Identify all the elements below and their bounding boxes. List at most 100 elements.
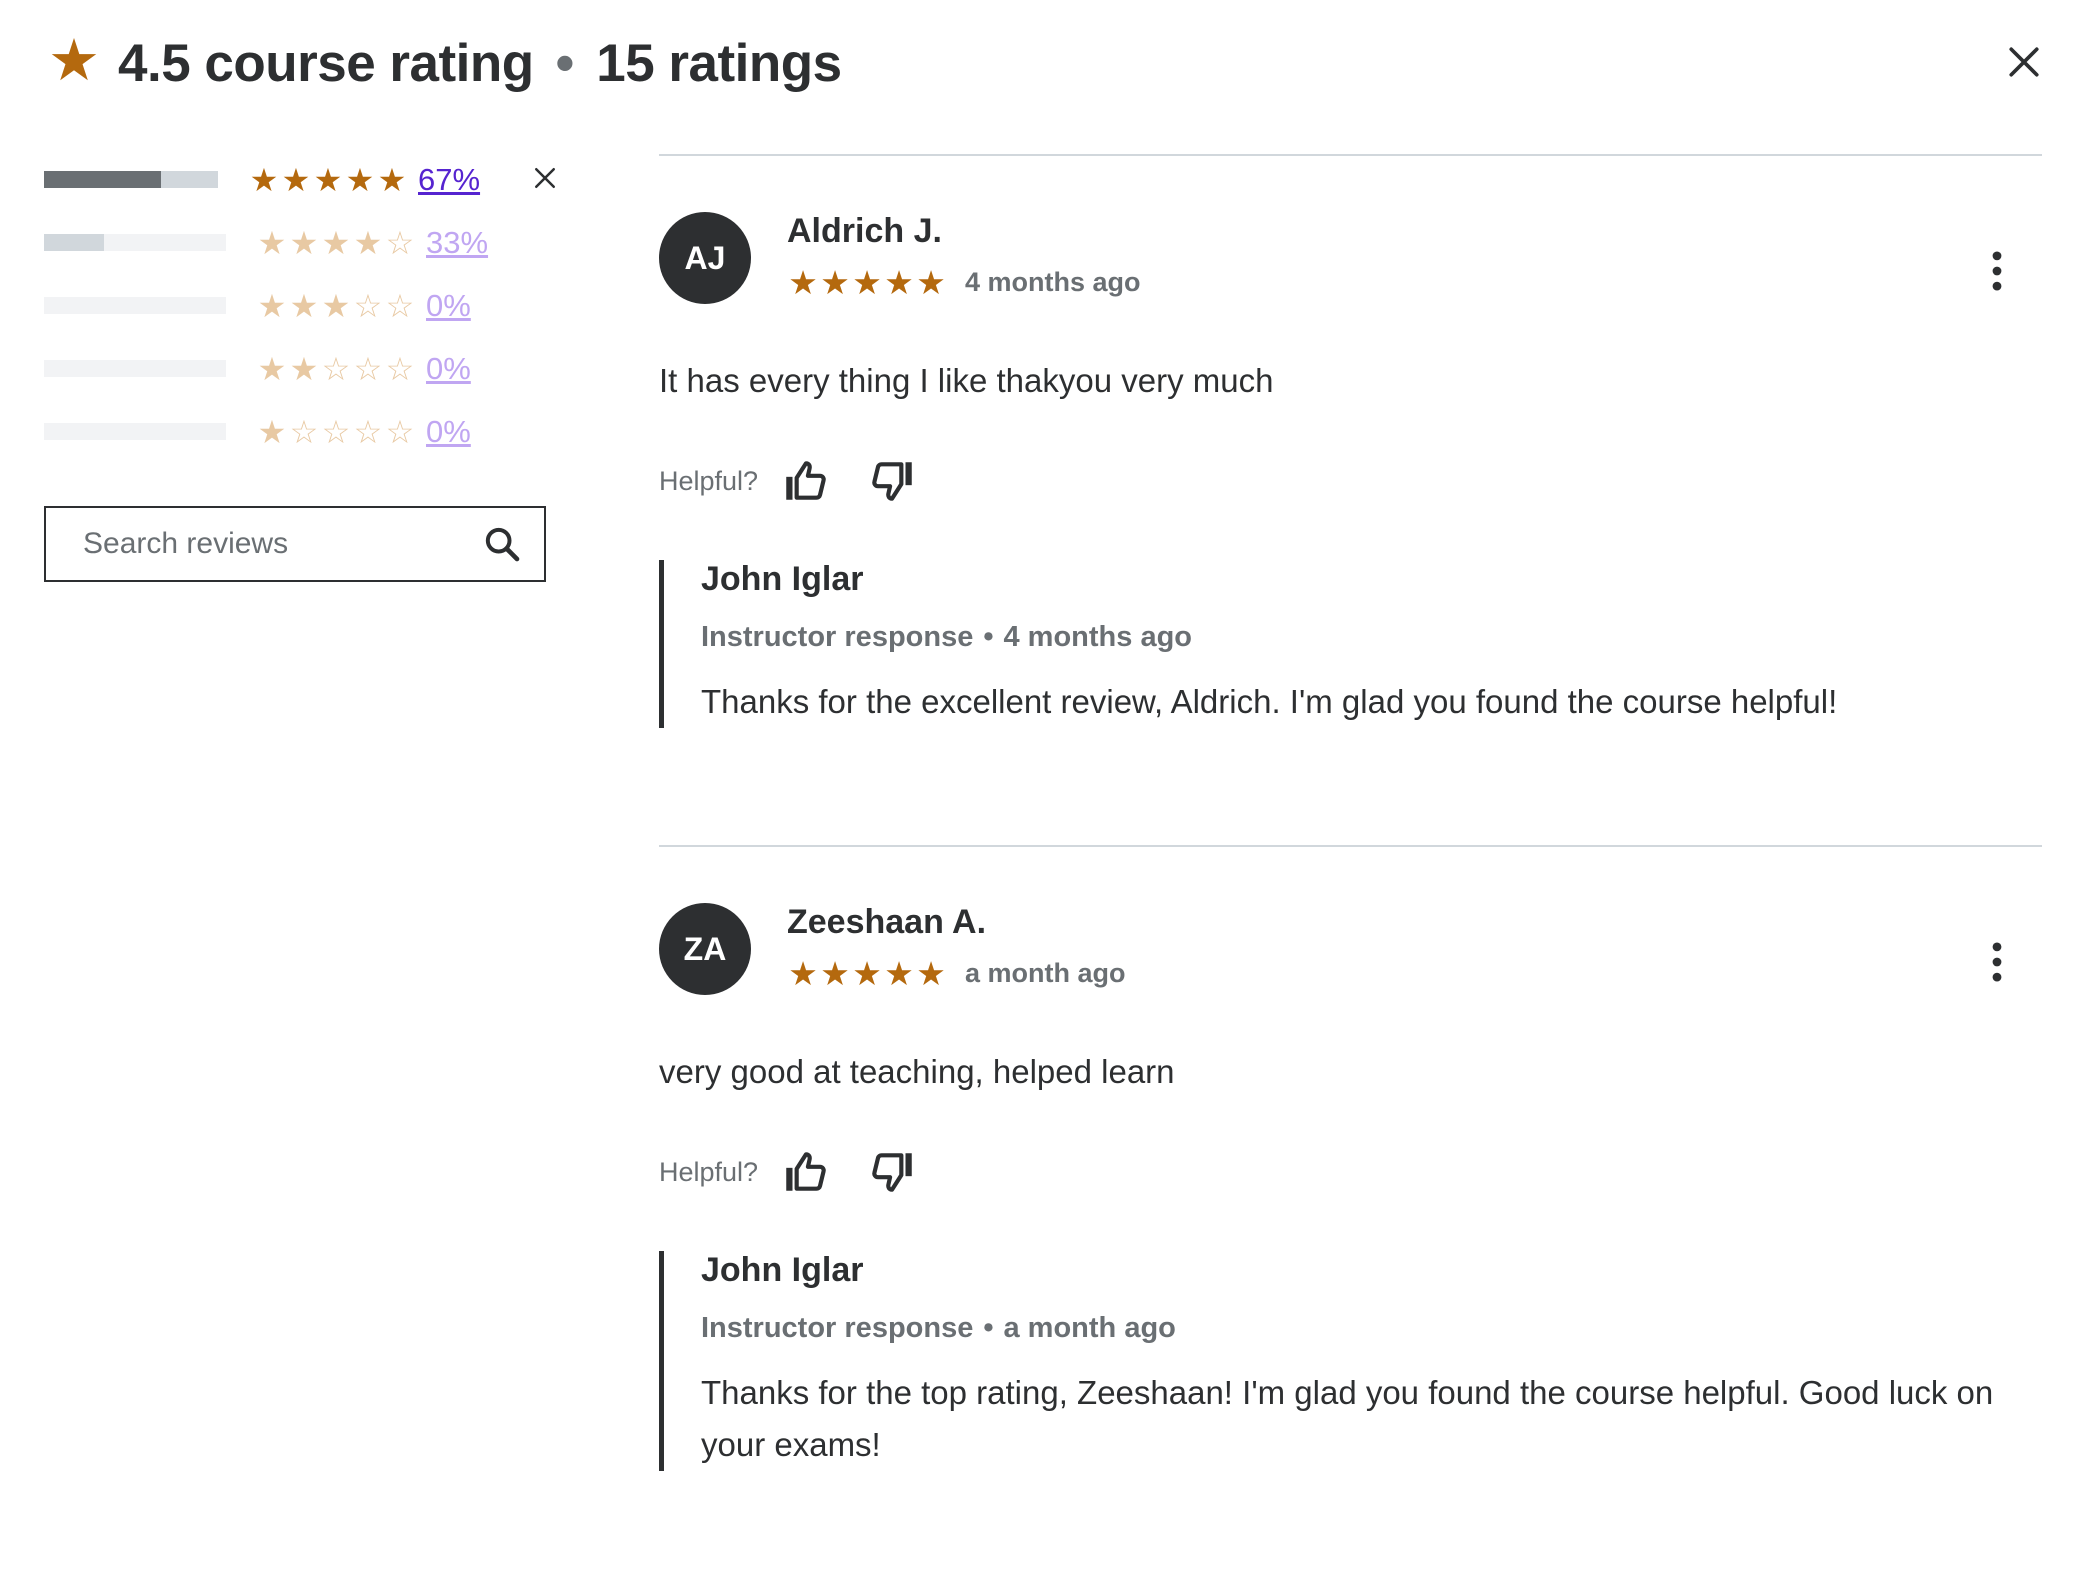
rating-percent-link[interactable]: 0%: [426, 414, 471, 450]
star-icon: ★: [48, 28, 100, 93]
rating-percent-link[interactable]: 67%: [418, 162, 480, 198]
rating-filter-2-stars[interactable]: ★ ★ ☆ ☆ ☆ 0%: [44, 337, 604, 400]
star-icon: ★: [281, 161, 311, 198]
rating-bar: [44, 171, 218, 188]
reviews-list: AJ Aldrich J. ★ ★ ★ ★ ★ 4 months ago It has …: [659, 154, 2042, 1547]
ratings-count: 15 ratings: [596, 33, 842, 93]
response-date: 4 months ago: [1003, 621, 1193, 653]
star-rating: ★ ★ ★ ☆ ☆: [256, 290, 416, 322]
star-icon: ★: [820, 264, 850, 301]
helpful-label: Helpful?: [659, 465, 759, 496]
response-text: Thanks for the excellent review, Aldrich…: [701, 683, 1838, 720]
helpful-label: Helpful?: [659, 1156, 759, 1187]
close-icon: [535, 168, 555, 188]
more-options-button[interactable]: [1977, 243, 2017, 299]
star-icon: ★: [257, 224, 287, 261]
review-text: It has every thing I like thakyou very m…: [659, 362, 1274, 399]
star-icon: ★: [820, 955, 850, 992]
star-icon: ★: [916, 264, 946, 301]
star-outline-icon: ☆: [385, 413, 415, 450]
review-item: AJ Aldrich J. ★ ★ ★ ★ ★ 4 months ago It has …: [659, 154, 2042, 845]
more-vertical-icon: [1992, 942, 2002, 982]
meta-separator: •: [983, 1312, 994, 1344]
star-icon: ★: [353, 224, 383, 261]
star-icon: ★: [257, 413, 287, 450]
rating-filter-1-star[interactable]: ★ ☆ ☆ ☆ ☆ 0%: [44, 400, 604, 463]
meta-separator: •: [983, 621, 994, 653]
star-outline-icon: ☆: [385, 287, 415, 324]
rating-bar: [44, 297, 226, 314]
star-rating: ★ ★ ★ ★ ★: [787, 954, 947, 993]
course-rating-title: 4.5 course rating: [118, 33, 534, 93]
star-icon: ★: [852, 955, 882, 992]
star-rating: ★ ★ ★ ★ ★: [248, 164, 408, 196]
star-rating: ★ ☆ ☆ ☆ ☆: [256, 416, 416, 448]
star-outline-icon: ☆: [321, 350, 351, 387]
rating-bar-fill: [44, 171, 161, 188]
star-rating: ★ ★ ★ ★ ☆: [256, 227, 416, 259]
star-icon: ★: [313, 161, 343, 198]
review-date: a month ago: [965, 958, 1126, 988]
review-date: 4 months ago: [965, 267, 1141, 297]
rating-percent-link[interactable]: 0%: [426, 351, 471, 387]
thumbs-down-icon[interactable]: [868, 456, 918, 506]
response-label: Instructor response: [701, 621, 974, 653]
thumbs-down-icon[interactable]: [868, 1147, 918, 1197]
star-icon: ★: [257, 287, 287, 324]
star-outline-icon: ☆: [385, 224, 415, 261]
star-outline-icon: ☆: [385, 350, 415, 387]
search-icon[interactable]: [482, 524, 522, 564]
rating-bar: [44, 423, 226, 440]
search-reviews-box: [44, 506, 546, 582]
modal-header: ★ 4.5 course rating • 15 ratings: [48, 28, 842, 98]
rating-distribution: ★ ★ ★ ★ ★ 67% ★ ★ ★ ★ ☆ 33% ★ ★ ★ ☆ ☆ 0% ★ ★ ☆ ☆ ☆ 0% ★ ☆…: [44, 148, 604, 463]
thumbs-up-icon[interactable]: [780, 456, 830, 506]
star-icon: ★: [321, 287, 351, 324]
helpful-row: Helpful?: [659, 456, 918, 506]
rating-bar: [44, 360, 226, 377]
title-separator: •: [555, 33, 575, 93]
instructor-response: John Iglar Instructor response • a month a…: [659, 1251, 2021, 1471]
star-icon: ★: [345, 161, 375, 198]
review-item: ZA Zeeshaan A. ★ ★ ★ ★ ★ a month ago very go…: [659, 845, 2042, 1547]
review-rating-line: ★ ★ ★ ★ ★ 4 months ago: [787, 263, 1141, 302]
star-icon: ★: [377, 161, 407, 198]
more-options-button[interactable]: [1977, 934, 2017, 990]
rating-bar-fill: [44, 234, 105, 251]
star-icon: ★: [321, 224, 351, 261]
rating-filter-5-stars[interactable]: ★ ★ ★ ★ ★ 67%: [44, 148, 604, 211]
star-outline-icon: ☆: [353, 287, 383, 324]
review-rating-line: ★ ★ ★ ★ ★ a month ago: [787, 954, 1126, 993]
star-outline-icon: ☆: [321, 413, 351, 450]
avatar: ZA: [659, 903, 751, 995]
star-icon: ★: [289, 224, 319, 261]
instructor-response: John Iglar Instructor response • 4 months …: [659, 560, 2021, 728]
response-label: Instructor response: [701, 1312, 974, 1344]
search-input[interactable]: [46, 526, 482, 562]
rating-percent-link[interactable]: 33%: [426, 225, 488, 261]
star-rating: ★ ★ ☆ ☆ ☆: [256, 353, 416, 385]
review-text: very good at teaching, helped learn: [659, 1053, 1175, 1090]
response-text: Thanks for the top rating, Zeeshaan! I'm…: [701, 1374, 1994, 1463]
response-meta: Instructor response • 4 months ago: [701, 621, 2021, 654]
star-icon: ★: [852, 264, 882, 301]
close-icon: [2009, 47, 2039, 77]
rating-filter-4-stars[interactable]: ★ ★ ★ ★ ☆ 33%: [44, 211, 604, 274]
response-date: a month ago: [1003, 1312, 1176, 1344]
reviewer-name: Zeeshaan A.: [787, 903, 987, 941]
star-outline-icon: ☆: [353, 350, 383, 387]
response-meta: Instructor response • a month ago: [701, 1312, 2021, 1345]
thumbs-up-icon[interactable]: [780, 1147, 830, 1197]
rating-percent-link[interactable]: 0%: [426, 288, 471, 324]
reviewer-name: Aldrich J.: [787, 212, 942, 250]
rating-bar: [44, 234, 226, 251]
star-icon: ★: [916, 955, 946, 992]
star-outline-icon: ☆: [289, 413, 319, 450]
clear-filter-button[interactable]: [530, 163, 560, 193]
star-icon: ★: [788, 955, 818, 992]
avatar: AJ: [659, 212, 751, 304]
rating-filter-3-stars[interactable]: ★ ★ ★ ☆ ☆ 0%: [44, 274, 604, 337]
close-button[interactable]: [1998, 36, 2050, 88]
star-icon: ★: [884, 264, 914, 301]
helpful-row: Helpful?: [659, 1147, 918, 1197]
